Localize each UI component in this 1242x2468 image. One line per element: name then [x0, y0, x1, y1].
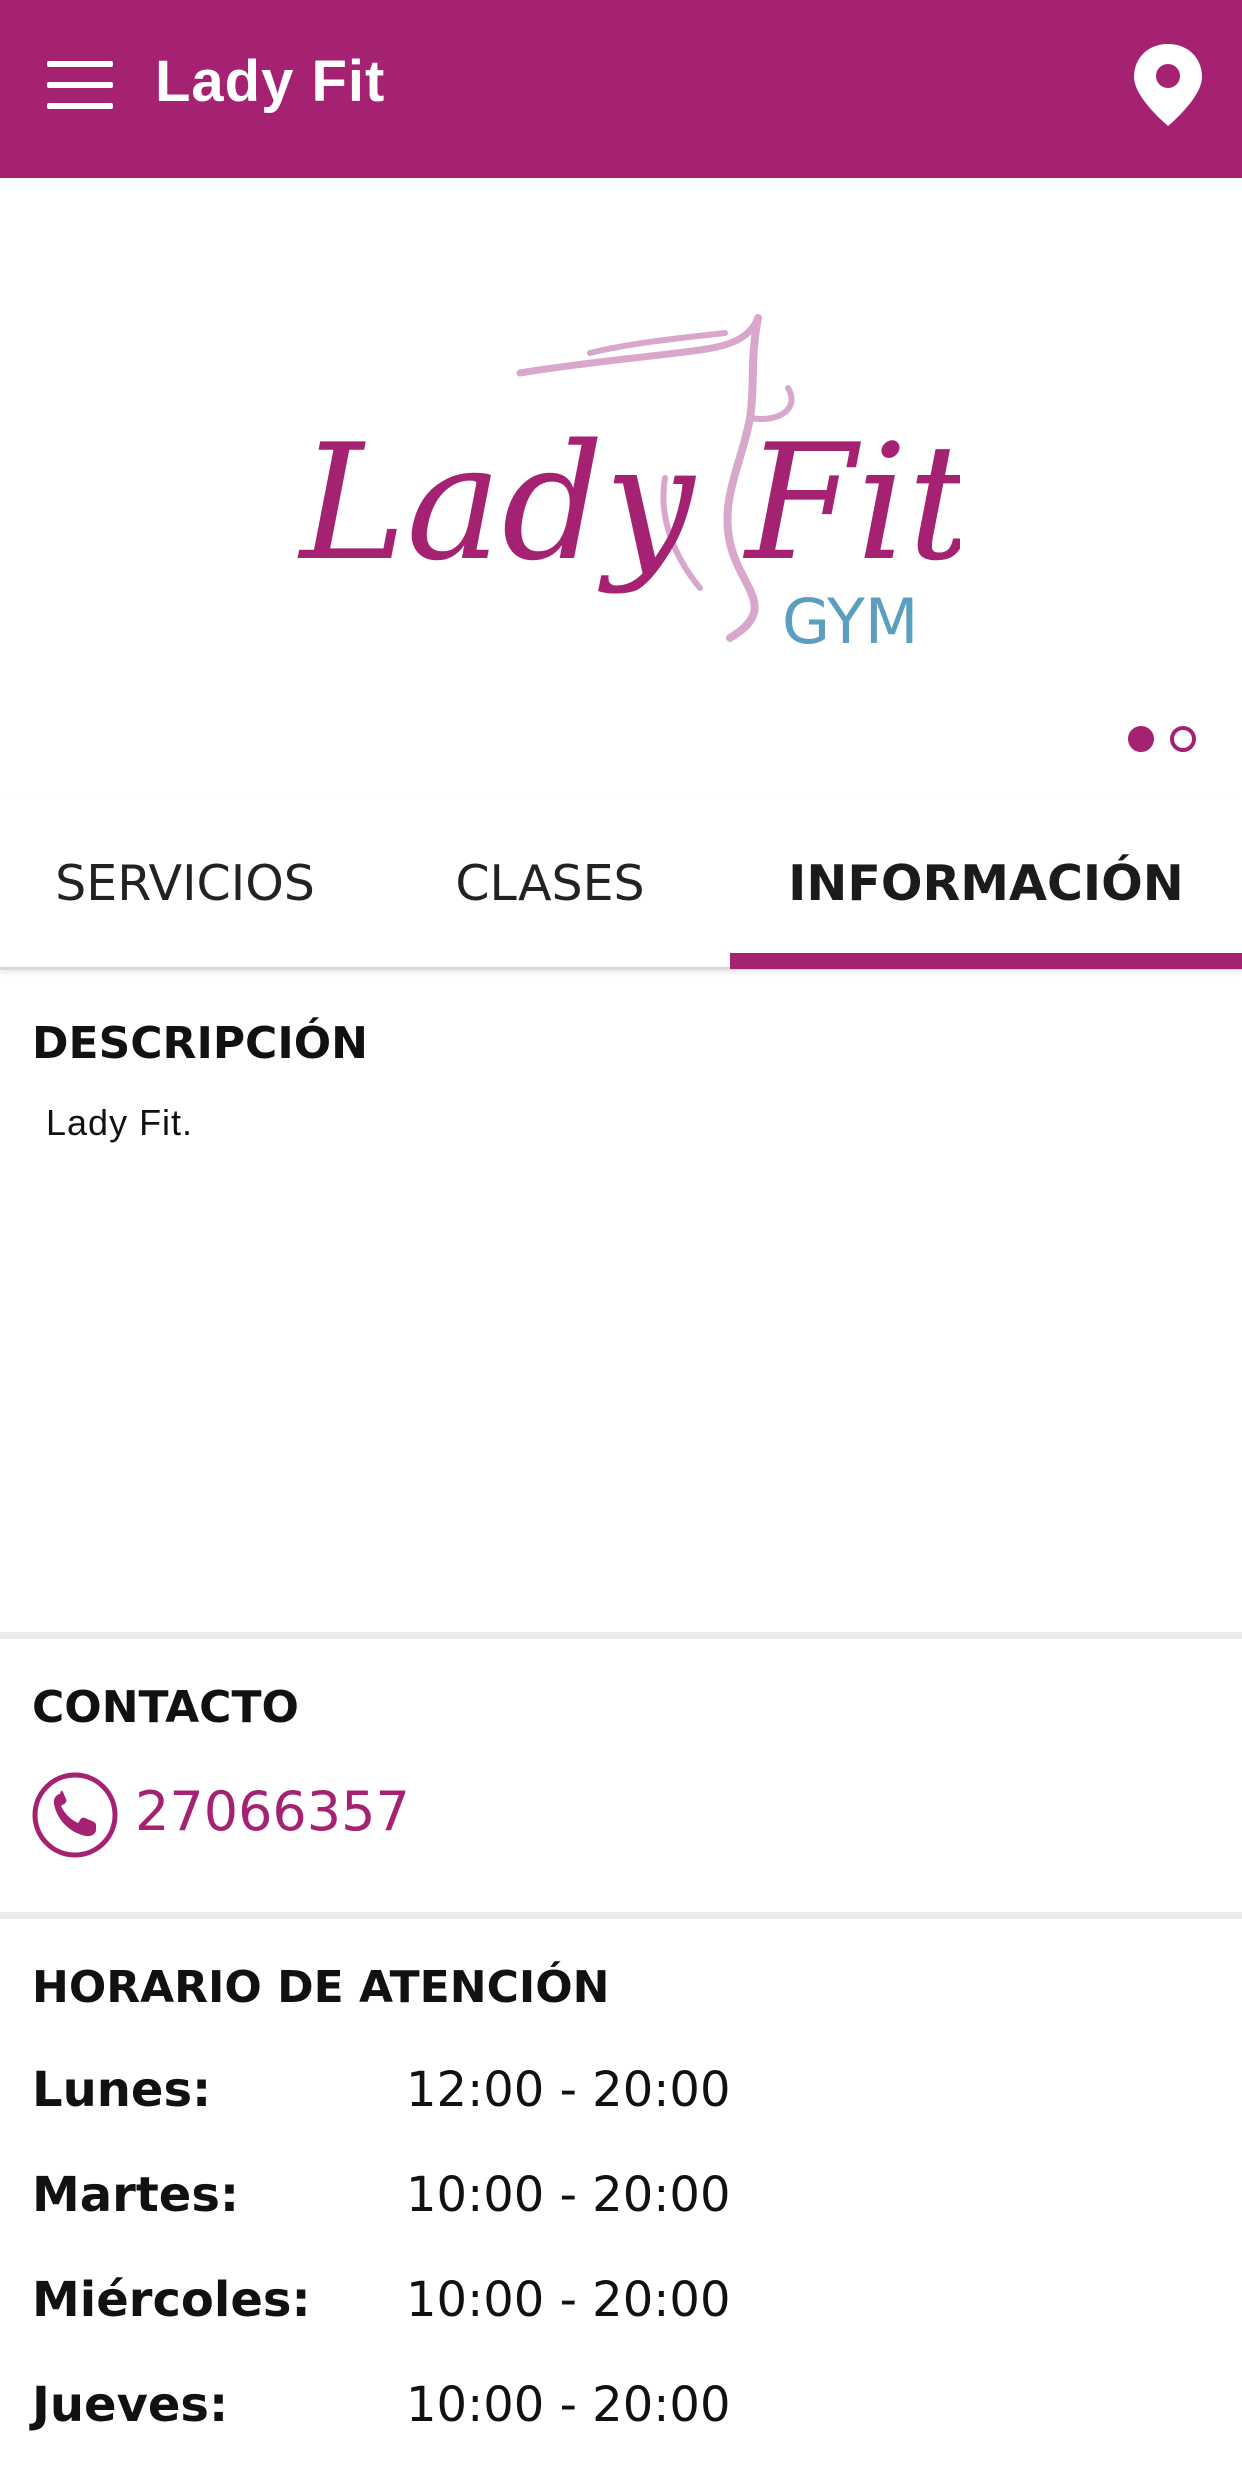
hours-time: 10:00 - 20:00 [406, 2167, 731, 2223]
hours-day: Martes: [32, 2167, 240, 2223]
app-title: Lady Fit [155, 49, 386, 114]
phone-number[interactable]: 27066357 [135, 1780, 410, 1843]
tab-clases[interactable]: CLASES [370, 798, 730, 970]
carousel-dot[interactable] [1170, 726, 1196, 752]
description-text: Lady Fit. [46, 1102, 194, 1143]
map-pin-icon[interactable] [1128, 40, 1208, 130]
tab-bar: SERVICIOS CLASES INFORMACIÓN [0, 798, 1242, 970]
tab-indicator [730, 953, 1242, 969]
divider [0, 1912, 1242, 1919]
hours-row: Jueves: 10:00 - 20:00 [32, 2377, 1212, 2447]
hours-day: Lunes: [32, 2062, 212, 2118]
hours-row: Lunes: 12:00 - 20:00 [32, 2062, 1212, 2132]
banner-carousel[interactable]: Lady Fit GYM [0, 178, 1242, 798]
menu-line [47, 82, 113, 88]
contact-heading: CONTACTO [32, 1682, 299, 1733]
logo-subtext: GYM [782, 585, 918, 658]
logo-text: Lady Fit [297, 409, 960, 596]
hours-row: Miércoles: 10:00 - 20:00 [32, 2272, 1212, 2342]
hours-heading: HORARIO DE ATENCIÓN [32, 1962, 610, 2013]
phone-icon [30, 1770, 120, 1860]
menu-line [47, 103, 113, 109]
lady-fit-gym-logo: Lady Fit GYM [280, 288, 973, 668]
tab-servicios[interactable]: SERVICIOS [0, 798, 370, 970]
divider [0, 1632, 1242, 1639]
menu-line [47, 61, 113, 67]
hours-time: 12:00 - 20:00 [406, 2062, 731, 2118]
hours-row: Martes: 10:00 - 20:00 [32, 2167, 1212, 2237]
hamburger-menu-icon[interactable] [30, 45, 130, 125]
hours-time: 10:00 - 20:00 [406, 2377, 731, 2433]
hours-day: Miércoles: [32, 2272, 311, 2328]
app-bar: Lady Fit [0, 0, 1242, 178]
carousel-dot-active[interactable] [1128, 726, 1154, 752]
hours-time: 10:00 - 20:00 [406, 2272, 731, 2328]
hours-day: Jueves: [32, 2377, 229, 2433]
description-heading: DESCRIPCIÓN [32, 1018, 368, 1069]
tab-informacion[interactable]: INFORMACIÓN [730, 798, 1242, 970]
